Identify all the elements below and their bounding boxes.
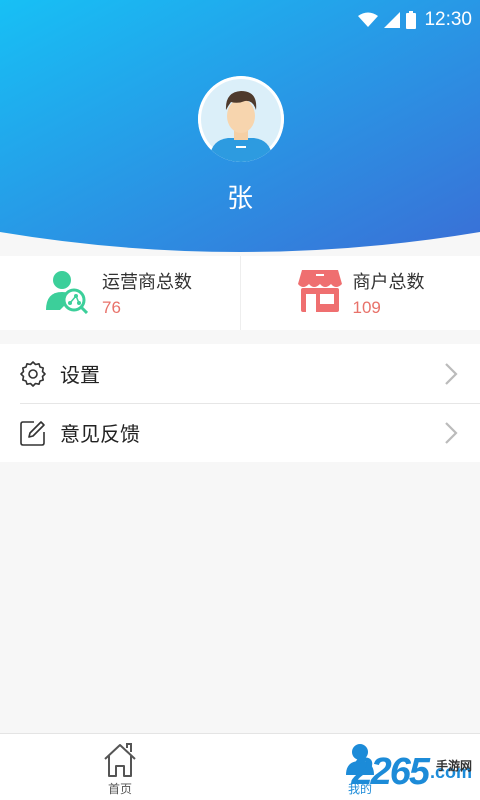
menu-item-settings-label: 设置: [60, 363, 100, 387]
menu-item-feedback-label: 意见反馈: [60, 422, 140, 446]
stats-panel: 运营商总数 76 商户总数 109: [0, 256, 480, 330]
profile-header: 12:30 张: [0, 0, 480, 260]
tab-home[interactable]: 首页: [0, 734, 240, 800]
wifi-icon: [358, 12, 379, 27]
battery-icon: [406, 11, 417, 29]
stat-operators-label: 运营商总数: [102, 272, 192, 293]
signal-icon: [384, 12, 401, 28]
watermark-logo: 2265 .com 手游网: [351, 751, 472, 794]
shop-icon: [297, 270, 342, 312]
menu-item-feedback[interactable]: 意见反馈: [0, 403, 480, 462]
watermark-site: 手游网: [435, 759, 472, 773]
home-icon: [104, 743, 136, 777]
stat-operators[interactable]: 运营商总数 76: [0, 256, 240, 330]
edit-icon: [20, 421, 45, 446]
menu-list: 设置 意见反馈: [0, 344, 480, 462]
tab-home-label: 首页: [107, 782, 132, 796]
user-name: 张: [226, 184, 253, 214]
menu-item-settings[interactable]: 设置: [0, 344, 480, 403]
operator-search-icon: [46, 271, 88, 314]
stat-operators-value: 76: [102, 298, 121, 317]
stat-merchants-value: 109: [352, 298, 381, 317]
status-time: 12:30: [424, 9, 472, 30]
watermark-number: 2265: [351, 751, 430, 793]
chevron-right-icon: [445, 422, 458, 444]
chevron-right-icon: [445, 363, 458, 385]
stat-merchants-label: 商户总数: [352, 272, 425, 293]
status-bar: 12:30: [358, 0, 480, 40]
gear-icon: [20, 361, 46, 387]
avatar-image: [198, 76, 284, 162]
stat-merchants[interactable]: 商户总数 109: [239, 256, 480, 330]
avatar[interactable]: [198, 76, 284, 162]
